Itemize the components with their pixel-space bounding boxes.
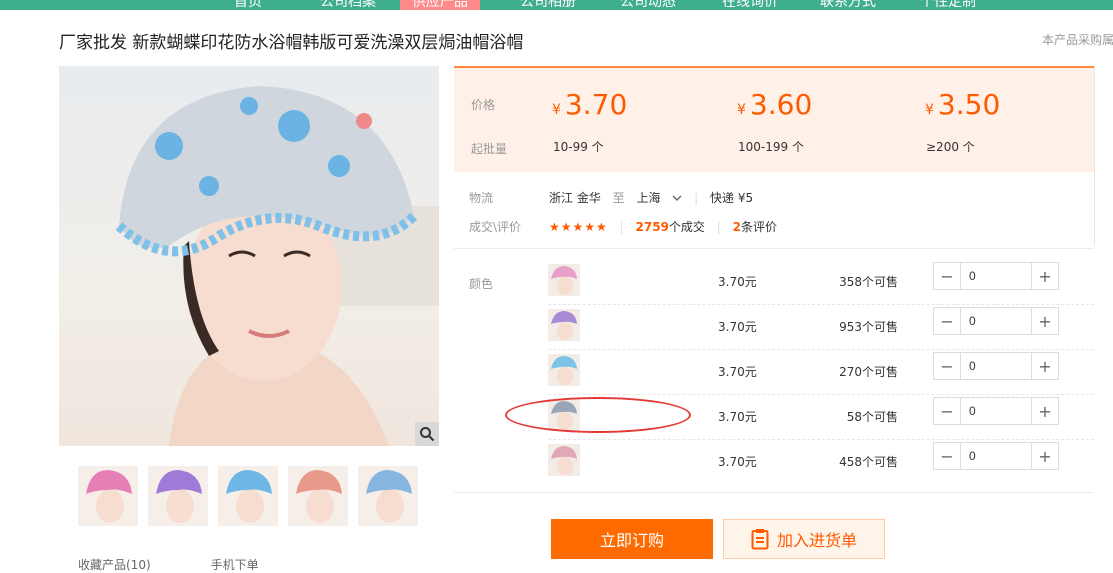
sku-swatch[interactable]	[548, 444, 580, 476]
price-tier-1: ¥3.70	[552, 88, 628, 121]
review-link[interactable]: 条评价	[741, 220, 777, 234]
model-photo	[115, 86, 439, 446]
thumbnail-3[interactable]	[218, 466, 278, 526]
logistics-label: 物流	[469, 191, 494, 205]
thumbnail-2[interactable]	[148, 466, 208, 526]
review-count[interactable]: 2	[733, 220, 741, 234]
sku-stock: 58个可售	[846, 410, 898, 424]
decrement-button[interactable]: −	[934, 308, 961, 334]
sku-row: 3.70元 458个可售 − +	[548, 440, 1094, 485]
increment-button[interactable]: +	[1031, 398, 1058, 424]
quantity-stepper: − +	[933, 307, 1059, 335]
deals-label: 成交\评价	[469, 220, 522, 234]
nav-item-contact[interactable]: 联系方式	[820, 0, 876, 10]
quantity-input[interactable]	[961, 308, 1031, 334]
favorite-row: 收藏产品(10) 手机下单	[78, 556, 259, 573]
add-to-cart-label: 加入进货单	[776, 531, 857, 550]
sku-stock: 953个可售	[839, 320, 898, 334]
increment-button[interactable]: +	[1031, 443, 1058, 469]
decrement-button[interactable]: −	[934, 263, 961, 289]
section-divider	[454, 248, 1094, 249]
thumbnail-5[interactable]	[358, 466, 418, 526]
moq-label: 起批量	[471, 142, 508, 156]
ship-to-select[interactable]: 上海	[637, 191, 683, 205]
nav-item-profile[interactable]: 公司档案	[320, 0, 376, 10]
sku-price: 3.70元	[718, 275, 757, 289]
sku-price: 3.70元	[718, 365, 757, 379]
ship-from: 浙江 金华	[549, 191, 601, 205]
add-to-cart-button[interactable]: 加入进货单	[723, 519, 885, 559]
quantity-input[interactable]	[961, 443, 1031, 469]
thumbnail-1[interactable]	[78, 466, 138, 526]
sku-stock: 358个可售	[839, 275, 898, 289]
deals-row: 成交\评价 ★★★★★ | 2759个成交 | 2条评价	[469, 220, 777, 234]
nav-item-home[interactable]: 首页	[234, 0, 262, 10]
section-divider	[454, 492, 1094, 493]
increment-button[interactable]: +	[1031, 263, 1058, 289]
deal-count: 2759	[635, 220, 669, 234]
quantity-input[interactable]	[961, 353, 1031, 379]
sku-row: 3.70元 953个可售 − +	[548, 305, 1094, 350]
main-product-image[interactable]	[59, 66, 439, 446]
increment-button[interactable]: +	[1031, 353, 1058, 379]
magnifier-icon	[420, 427, 435, 442]
sku-row: 3.70元 270个可售 − +	[548, 350, 1094, 395]
quantity-stepper: − +	[933, 262, 1059, 290]
color-label: 颜色	[469, 277, 494, 291]
quantity-input[interactable]	[961, 263, 1031, 289]
moq-tier-2: 100-199 个	[738, 140, 804, 154]
nav-item-custom[interactable]: 个性定制	[920, 0, 976, 10]
favorite-link[interactable]: 收藏产品(10)	[78, 556, 151, 573]
sku-stock: 458个可售	[839, 455, 898, 469]
price-box: 价格 起批量 ¥3.70 ¥3.60 ¥3.50 10-99 个 100-199…	[454, 66, 1094, 172]
thumbnail-strip	[78, 466, 418, 526]
sku-price: 3.70元	[718, 410, 757, 424]
decrement-button[interactable]: −	[934, 443, 961, 469]
top-nav: 首页 公司档案 供应产品 公司相册 公司动态 在线询价 联系方式 个性定制	[0, 0, 1113, 10]
product-title: 厂家批发 新款蝴蝶印花防水浴帽韩版可爱洗澡双层焗油帽浴帽	[59, 33, 524, 53]
price-tier-3: ¥3.50	[925, 88, 1001, 121]
sku-row: 3.70元 358个可售 − +	[548, 260, 1094, 305]
shipping-method: 快递 ¥5	[710, 191, 754, 205]
price-label: 价格	[471, 98, 496, 112]
sku-price: 3.70元	[718, 455, 757, 469]
quantity-input[interactable]	[961, 398, 1031, 424]
mobile-order-link[interactable]: 手机下单	[211, 556, 259, 573]
clipboard-icon	[751, 529, 769, 550]
quantity-stepper: − +	[933, 442, 1059, 470]
decrement-button[interactable]: −	[934, 353, 961, 379]
sku-swatch[interactable]	[548, 354, 580, 386]
buy-now-button[interactable]: 立即订购	[551, 519, 713, 559]
increment-button[interactable]: +	[1031, 308, 1058, 334]
quantity-stepper: − +	[933, 397, 1059, 425]
procurement-note: 本产品采购属	[1042, 33, 1113, 47]
logistics-row: 物流 浙江 金华 至 上海 | 快递 ¥5	[469, 191, 754, 205]
quantity-stepper: − +	[933, 352, 1059, 380]
moq-tier-1: 10-99 个	[553, 140, 604, 154]
nav-item-inquiry[interactable]: 在线询价	[722, 0, 778, 10]
rating-stars-icon: ★★★★★	[549, 220, 608, 234]
sku-stock: 270个可售	[839, 365, 898, 379]
thumbnail-4[interactable]	[288, 466, 348, 526]
nav-item-news[interactable]: 公司动态	[620, 0, 676, 10]
sku-price: 3.70元	[718, 320, 757, 334]
decrement-button[interactable]: −	[934, 398, 961, 424]
moq-tier-3: ≥200 个	[926, 140, 975, 154]
price-tier-2: ¥3.60	[737, 88, 813, 121]
nav-item-products[interactable]: 供应产品	[400, 0, 480, 10]
zoom-button[interactable]	[415, 422, 439, 446]
sku-swatch[interactable]	[548, 264, 580, 296]
highlight-annotation	[505, 397, 691, 433]
nav-item-album[interactable]: 公司相册	[520, 0, 576, 10]
panel-border	[1094, 66, 1095, 246]
sku-swatch[interactable]	[548, 309, 580, 341]
chevron-down-icon	[672, 195, 682, 201]
